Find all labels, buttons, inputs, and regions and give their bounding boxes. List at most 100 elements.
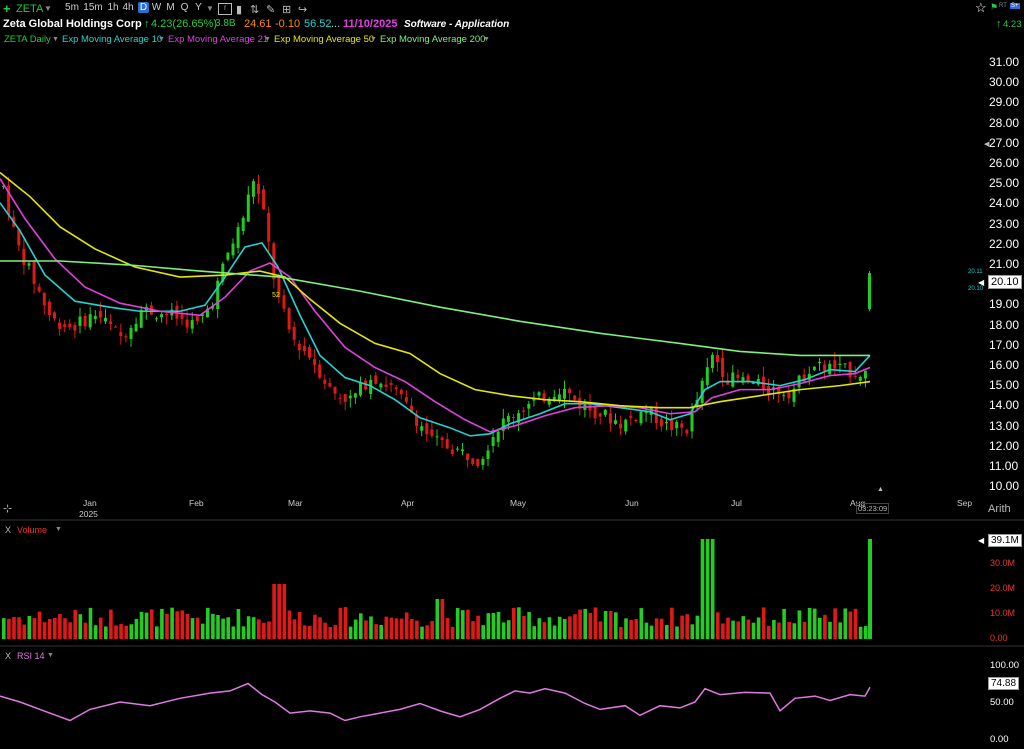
candle — [425, 423, 429, 435]
volume-bar — [782, 608, 786, 639]
candle — [603, 409, 607, 415]
candle — [486, 450, 490, 459]
price-axis-label: 27.00 — [989, 135, 1020, 150]
volume-bar — [802, 621, 807, 639]
volume-bar — [226, 617, 230, 639]
volume-bar — [552, 625, 557, 639]
candle — [614, 420, 617, 424]
candle — [639, 411, 643, 424]
volume-bar — [257, 619, 261, 639]
year-label: 2025 — [79, 509, 98, 519]
volume-bar — [445, 618, 450, 639]
candle — [93, 315, 97, 320]
candle — [78, 316, 82, 326]
up-caret-icon[interactable]: ▲ — [877, 486, 884, 493]
volume-bar — [665, 625, 669, 639]
candle — [22, 248, 26, 266]
scroll-marker-icon[interactable]: ◀ — [984, 140, 989, 148]
volume-bar — [328, 626, 332, 639]
candle — [420, 426, 424, 431]
candle — [63, 324, 67, 328]
candle — [506, 415, 510, 422]
ema50-line — [0, 171, 871, 409]
volume-bar — [603, 611, 608, 639]
candle — [705, 367, 709, 385]
volume-bar — [608, 610, 613, 639]
candle — [812, 366, 816, 370]
price-axis-label: 14.00 — [989, 398, 1020, 413]
candle — [853, 375, 857, 377]
rsi-dropdown-icon[interactable]: ▼ — [47, 652, 54, 659]
month-label: May — [510, 498, 527, 508]
candle — [455, 448, 459, 450]
volume-bar — [287, 610, 292, 639]
volume-bar — [313, 614, 317, 639]
price-tag-close: 20.10 — [968, 286, 984, 292]
price-chart[interactable] — [0, 0, 1024, 749]
candle — [343, 394, 347, 402]
rsi-axis-2: 0.00 — [990, 734, 1009, 745]
candle — [512, 416, 515, 418]
candle — [338, 397, 342, 399]
candle — [129, 327, 133, 339]
volume-bar — [200, 623, 205, 639]
volume-bar — [537, 618, 542, 639]
volume-bar — [614, 612, 618, 639]
volume-bar — [517, 607, 521, 639]
volume-bar — [654, 618, 659, 639]
volume-bar — [277, 584, 281, 639]
candle — [134, 323, 138, 332]
volume-bar — [736, 621, 740, 639]
candle — [282, 295, 286, 309]
candle — [379, 383, 383, 388]
rsi-close-icon[interactable]: X — [5, 651, 11, 661]
volume-bar — [471, 621, 475, 639]
current-price-box: 20.10 — [988, 275, 1022, 289]
candle — [573, 395, 577, 400]
volume-bar — [466, 609, 470, 639]
volume-close-icon[interactable]: X — [5, 525, 11, 535]
volume-bar — [22, 624, 26, 639]
volume-bar — [425, 625, 429, 639]
volume-bar — [823, 614, 827, 639]
candle — [721, 357, 725, 377]
volume-bar — [568, 616, 572, 639]
volume-bar — [246, 616, 251, 639]
volume-bar — [119, 624, 123, 639]
volume-bar — [797, 610, 802, 639]
candle — [746, 375, 750, 382]
price-axis-label: 15.00 — [989, 378, 1020, 393]
candle — [445, 439, 449, 449]
volume-bar — [619, 626, 623, 639]
scale-mode[interactable]: Arith — [988, 503, 1011, 515]
candle — [37, 286, 41, 292]
candle — [88, 314, 92, 328]
volume-dropdown-icon[interactable]: ▼ — [55, 526, 62, 533]
candle — [624, 419, 628, 432]
volume-bar — [216, 615, 220, 639]
volume-bar — [721, 623, 725, 639]
volume-bar — [767, 625, 771, 639]
candle — [165, 313, 169, 316]
candle — [231, 243, 235, 256]
candle — [685, 429, 689, 434]
volume-bar — [573, 614, 577, 639]
rsi-axis-0: 100.00 — [990, 660, 1020, 671]
volume-bar — [165, 613, 169, 639]
volume-bar — [292, 619, 297, 639]
candle — [731, 372, 735, 387]
candle — [404, 397, 408, 402]
volume-bar — [716, 612, 720, 639]
candle — [563, 388, 566, 399]
candle — [568, 388, 572, 394]
volume-bar — [848, 611, 853, 639]
volume-bar — [262, 622, 266, 639]
volume-bar — [506, 620, 511, 639]
volume-bar — [828, 621, 832, 639]
candle — [185, 319, 189, 328]
volume-bar — [415, 620, 419, 639]
pan-icon[interactable]: ⊹ — [3, 502, 12, 515]
candle — [333, 386, 337, 394]
volume-bar — [746, 619, 751, 639]
volume-bar — [772, 620, 776, 639]
